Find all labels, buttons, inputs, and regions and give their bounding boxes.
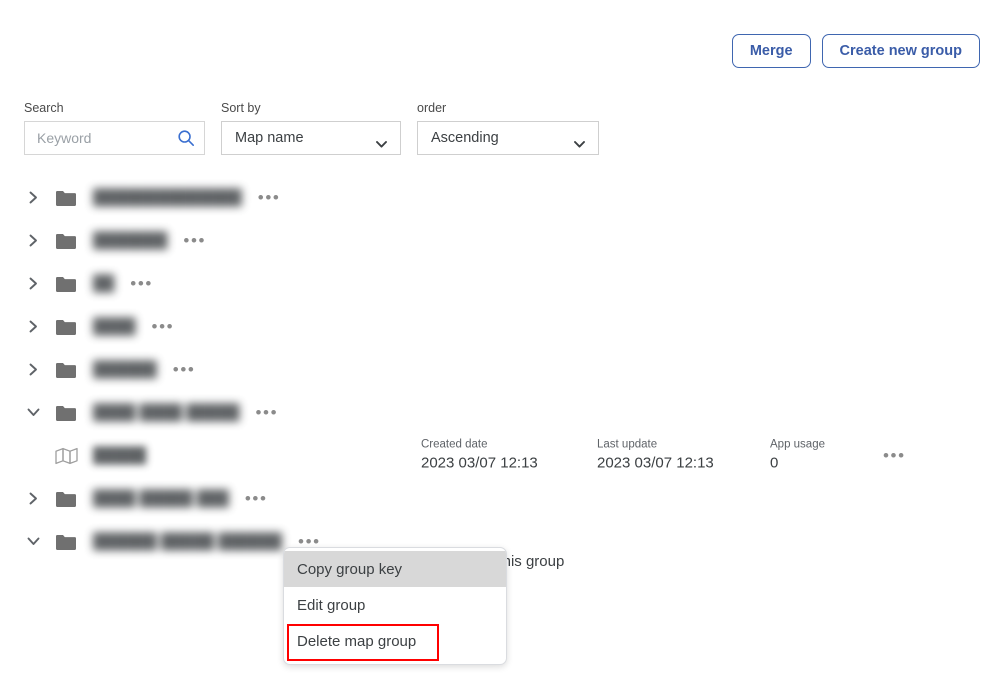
group-overflow-menu-button[interactable]: •••: [243, 490, 270, 508]
merge-button[interactable]: Merge: [731, 34, 811, 68]
tree-row-group[interactable]: ██ •••: [0, 262, 1004, 305]
order-value: Ascending: [431, 130, 499, 146]
chevron-down-icon[interactable]: [24, 404, 42, 422]
group-name: ███████: [93, 232, 168, 249]
app-usage-value: 0: [770, 454, 779, 471]
group-overflow-menu-button[interactable]: •••: [181, 232, 208, 250]
group-name: ██████ █████ ██████: [93, 533, 283, 550]
group-overflow-menu-button[interactable]: •••: [171, 361, 198, 379]
last-update-cell: Last update 2023 03/07 12:13: [597, 438, 714, 473]
map-overflow-menu-button[interactable]: •••: [881, 447, 908, 465]
tree-row-group[interactable]: ████ ████ █████ •••: [0, 391, 1004, 434]
folder-icon: [55, 404, 85, 422]
map-icon: [55, 447, 85, 465]
sort-by-select[interactable]: Map name: [221, 121, 401, 155]
order-field: order Ascending: [417, 101, 599, 155]
group-name: ██████████████: [93, 189, 242, 206]
chevron-right-icon[interactable]: [24, 275, 42, 293]
sort-by-label: Sort by: [221, 101, 261, 115]
created-date-cell: Created date 2023 03/07 12:13: [421, 438, 538, 473]
chevron-down-icon: [574, 135, 585, 148]
tree-row-group[interactable]: ██████ •••: [0, 348, 1004, 391]
folder-icon: [55, 490, 85, 508]
search-icon[interactable]: [177, 129, 195, 147]
order-label: order: [417, 101, 447, 115]
filter-bar: Search Sort by Map name order Ascendi: [24, 101, 599, 155]
group-overflow-menu-button[interactable]: •••: [128, 275, 155, 293]
folder-icon: [55, 232, 85, 250]
sort-by-value: Map name: [235, 130, 304, 146]
folder-icon: [55, 361, 85, 379]
group-name: ████: [93, 318, 136, 335]
folder-icon: [55, 189, 85, 207]
group-name: ████ █████ ███: [93, 490, 229, 507]
chevron-right-icon[interactable]: [24, 361, 42, 379]
folder-icon: [55, 318, 85, 336]
chevron-down-icon: [376, 135, 387, 148]
chevron-right-icon[interactable]: [24, 490, 42, 508]
tree-row-group[interactable]: ████ •••: [0, 305, 1004, 348]
tree-row-group[interactable]: ████ █████ ███ •••: [0, 477, 1004, 520]
tree-row-map[interactable]: █████ Created date 2023 03/07 12:13 Last…: [0, 434, 1004, 477]
group-name: ████ ████ █████: [93, 404, 240, 421]
group-overflow-menu-button[interactable]: •••: [254, 404, 281, 422]
chevron-right-icon[interactable]: [24, 232, 42, 250]
folder-icon: [55, 275, 85, 293]
tree-row-group[interactable]: ███████ •••: [0, 219, 1004, 262]
search-box[interactable]: [24, 121, 205, 155]
tree-row-group[interactable]: ██████████████ •••: [0, 176, 1004, 219]
menu-item-delete-map-group[interactable]: Delete map group: [284, 623, 506, 659]
created-date-label: Created date: [421, 438, 488, 450]
search-field: Search: [24, 101, 205, 155]
chevron-down-icon[interactable]: [24, 533, 42, 551]
chevron-right-icon[interactable]: [24, 318, 42, 336]
group-name: ██████: [93, 361, 157, 378]
folder-icon: [55, 533, 85, 551]
map-group-tree: ██████████████ ••• ███████ ••• ██ ••• ██…: [0, 176, 1004, 563]
search-label: Search: [24, 101, 64, 115]
map-name: █████: [93, 447, 147, 464]
last-update-label: Last update: [597, 438, 658, 450]
app-usage-label: App usage: [770, 438, 825, 450]
chevron-right-icon[interactable]: [24, 189, 42, 207]
last-update-value: 2023 03/07 12:13: [597, 454, 714, 471]
search-input[interactable]: [25, 122, 177, 154]
group-context-menu: Copy group key Edit group Delete map gro…: [283, 547, 507, 665]
order-select[interactable]: Ascending: [417, 121, 599, 155]
created-date-value: 2023 03/07 12:13: [421, 454, 538, 471]
group-overflow-menu-button[interactable]: •••: [150, 318, 177, 336]
group-name: ██: [93, 275, 115, 292]
sort-by-field: Sort by Map name: [221, 101, 401, 155]
menu-item-copy-group-key[interactable]: Copy group key: [284, 551, 506, 587]
app-usage-cell: App usage 0: [770, 438, 825, 473]
create-new-group-button[interactable]: Create new group: [821, 34, 980, 68]
menu-item-edit-group[interactable]: Edit group: [284, 587, 506, 623]
top-action-bar: Merge Create new group: [731, 34, 980, 68]
group-overflow-menu-button[interactable]: •••: [256, 189, 283, 207]
